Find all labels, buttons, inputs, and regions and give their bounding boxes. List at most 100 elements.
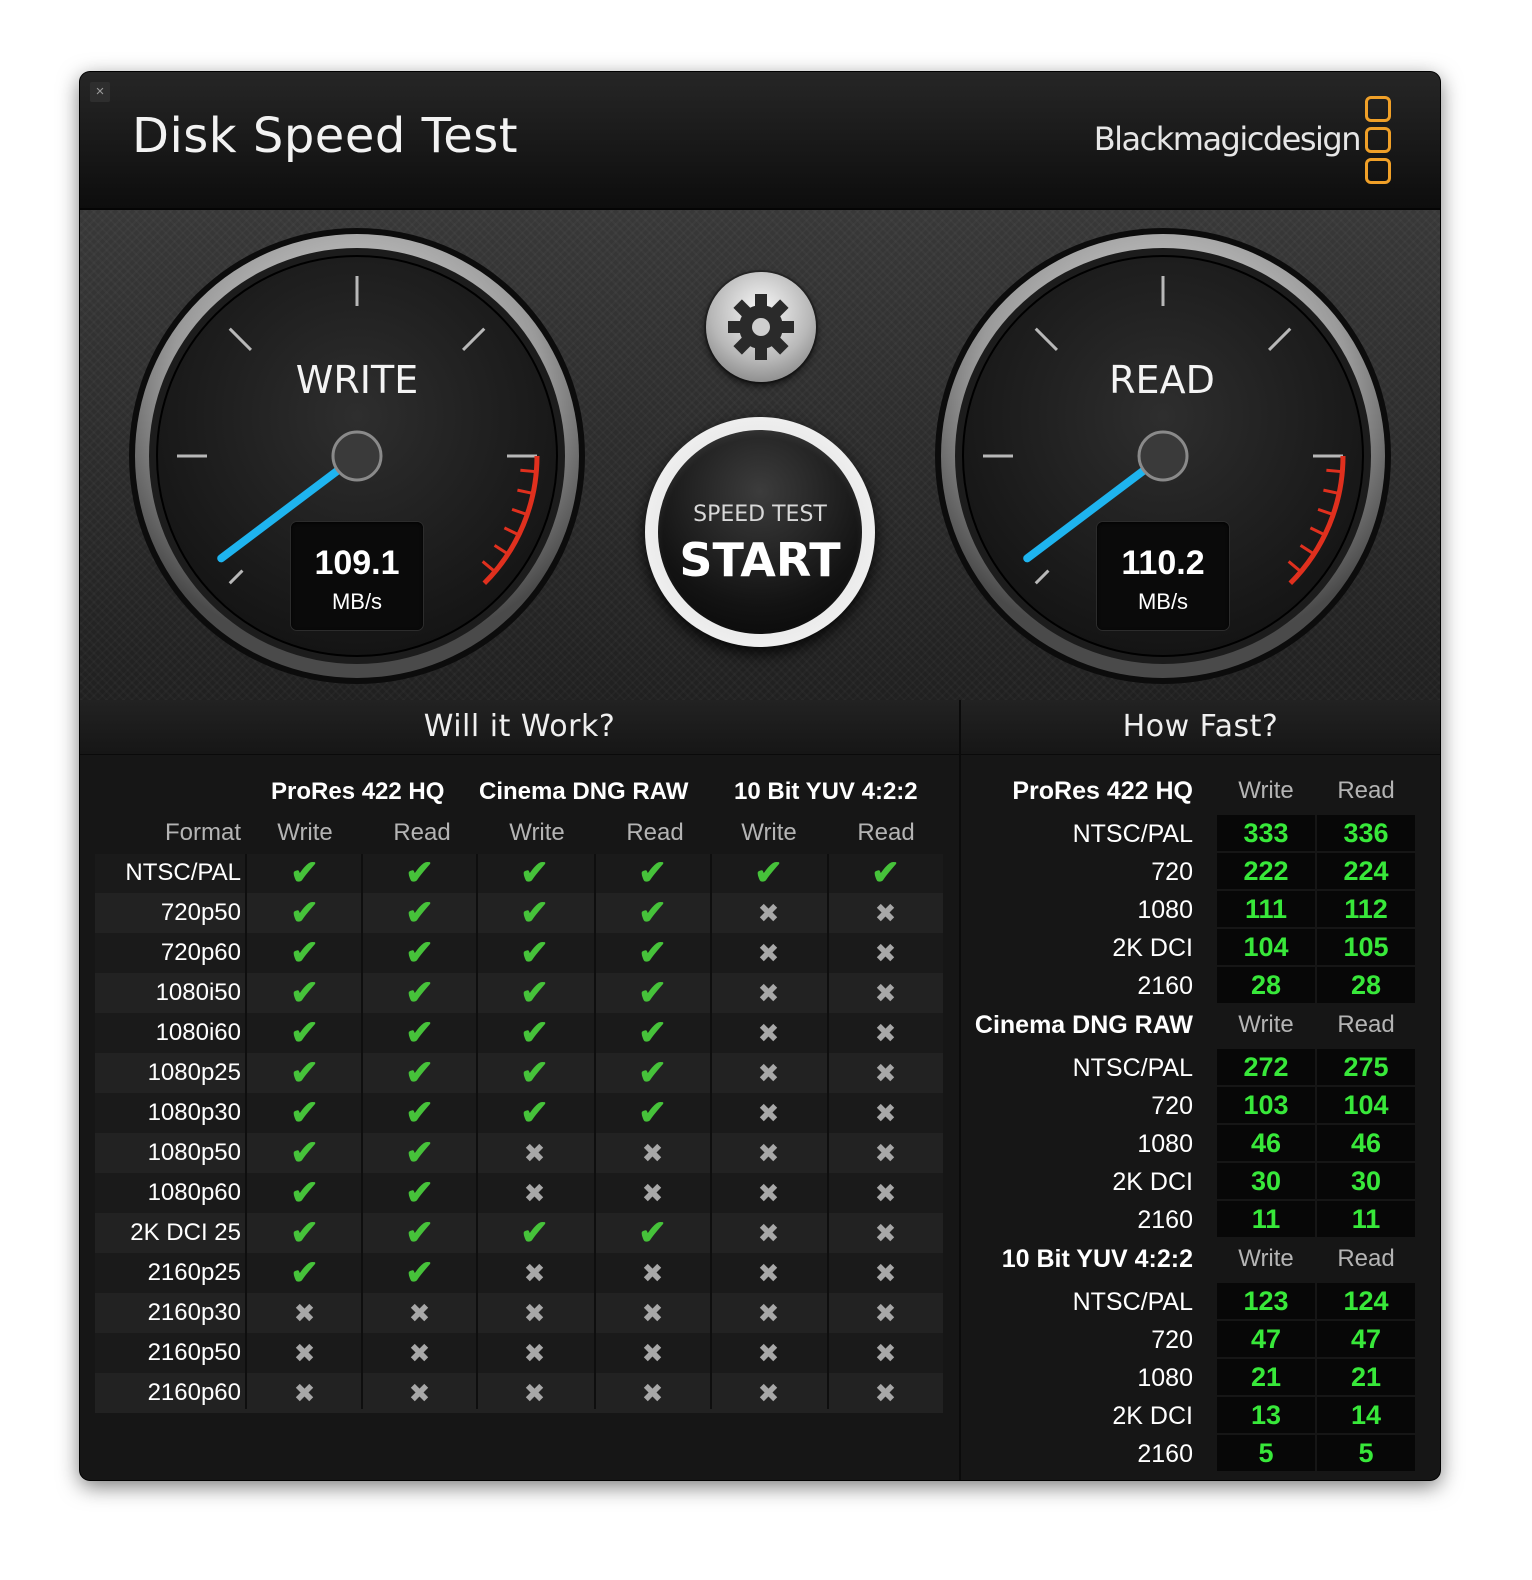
table-row: 1080p60 ✔ ✔ ✖ ✖ ✖ ✖ [95, 1173, 943, 1213]
how-fast-write-fps: 333 [1217, 815, 1315, 851]
blackmagic-logo-icon [1365, 96, 1391, 189]
start-button-face[interactable]: SPEED TEST START [658, 430, 862, 634]
table-row: 2K DCI 25 ✔ ✔ ✔ ✔ ✖ ✖ [95, 1213, 943, 1253]
how-fast-read-fps: 11 [1317, 1201, 1415, 1237]
gear-icon[interactable] [723, 289, 799, 365]
cross-icon: ✖ [757, 1138, 780, 1168]
section-divider [959, 700, 961, 1480]
cross-icon: ✖ [874, 1018, 897, 1048]
how-fast-write-fps: 47 [1217, 1321, 1315, 1357]
how-fast-read-fps: 47 [1317, 1321, 1415, 1357]
cross-icon: ✖ [874, 1138, 897, 1168]
grid-column-divider [245, 854, 247, 1409]
cross-icon: ✖ [757, 938, 780, 968]
codec-header-yuv: 10 Bit YUV 4:2:2 [734, 778, 918, 805]
app-window: × Disk Speed Test Blackmagicdesign WRITE… [80, 72, 1440, 1480]
cross-icon: ✖ [523, 1138, 546, 1168]
table-row: 2160p60 ✖ ✖ ✖ ✖ ✖ ✖ [95, 1373, 943, 1413]
cross-icon: ✖ [874, 898, 897, 928]
checkmark-icon: ✔ [290, 1134, 319, 1172]
how-fast-codec-title: 10 Bit YUV 4:2:2 [1001, 1245, 1193, 1273]
read-speed-unit: MB/s [1137, 589, 1189, 614]
brand-name: Blackmagicdesign [1093, 120, 1362, 158]
how-fast-format-label: NTSC/PAL [1072, 1054, 1193, 1082]
cross-icon: ✖ [523, 1298, 546, 1328]
settings-button[interactable] [706, 272, 816, 382]
checkmark-icon: ✔ [520, 1094, 549, 1132]
cross-icon: ✖ [523, 1338, 546, 1368]
cross-icon: ✖ [408, 1338, 431, 1368]
cross-icon: ✖ [757, 1178, 780, 1208]
checkmark-icon: ✔ [405, 1134, 434, 1172]
cross-icon: ✖ [408, 1298, 431, 1328]
how-fast-write-fps: 103 [1217, 1087, 1315, 1123]
checkmark-icon: ✔ [405, 1254, 434, 1292]
grid-column-divider [710, 854, 712, 1409]
how-fast-write-fps: 123 [1217, 1283, 1315, 1319]
how-fast-read-fps: 28 [1317, 967, 1415, 1003]
write-speed-value: 109.1 [314, 544, 400, 582]
checkmark-icon: ✔ [638, 934, 667, 972]
how-fast-codec-title: ProRes 422 HQ [1012, 777, 1193, 805]
format-label: 2160p30 [147, 1299, 241, 1326]
how-fast-format-label: NTSC/PAL [1072, 820, 1193, 848]
cross-icon: ✖ [874, 1058, 897, 1088]
cross-icon: ✖ [757, 1378, 780, 1408]
checkmark-icon: ✔ [405, 854, 434, 892]
how-fast-format-label: 2160 [1137, 1440, 1193, 1468]
cross-icon: ✖ [523, 1258, 546, 1288]
how-fast-format-label: NTSC/PAL [1072, 1288, 1193, 1316]
how-fast-write-fps: 11 [1217, 1201, 1315, 1237]
cross-icon: ✖ [757, 898, 780, 928]
title-bar: × Disk Speed Test Blackmagicdesign [80, 72, 1440, 210]
how-fast-write-fps: 5 [1217, 1435, 1315, 1471]
how-fast-read-fps: 336 [1317, 815, 1415, 851]
cross-icon: ✖ [874, 1258, 897, 1288]
how-fast-write-fps: 111 [1217, 891, 1315, 927]
table-row: 720p60 ✔ ✔ ✔ ✔ ✖ ✖ [95, 933, 943, 973]
how-fast-format-label: 2K DCI [1112, 934, 1193, 962]
codec-header-prores: ProRes 422 HQ [271, 778, 445, 805]
cross-icon: ✖ [293, 1338, 316, 1368]
read-gauge-needle-hub [1137, 430, 1189, 482]
cross-icon: ✖ [874, 1098, 897, 1128]
checkmark-icon: ✔ [405, 934, 434, 972]
cross-icon: ✖ [641, 1338, 664, 1368]
checkmark-icon: ✔ [520, 1054, 549, 1092]
checkmark-icon: ✔ [405, 1054, 434, 1092]
how-fast-write-header: Write [1238, 777, 1294, 804]
how-fast-format-label: 2160 [1137, 1206, 1193, 1234]
cross-icon: ✖ [757, 1218, 780, 1248]
format-label: 1080i50 [155, 979, 241, 1006]
how-fast-read-fps: 112 [1317, 891, 1415, 927]
checkmark-icon: ✔ [754, 854, 783, 892]
format-label: 1080p25 [147, 1059, 241, 1086]
start-button-label[interactable]: START [658, 533, 862, 587]
write-gauge-label: WRITE [295, 358, 419, 402]
checkmark-icon: ✔ [520, 934, 549, 972]
how-fast-format-label: 2160 [1137, 972, 1193, 1000]
how-fast-write-fps: 222 [1217, 853, 1315, 889]
start-button-caption[interactable]: SPEED TEST [658, 502, 862, 527]
start-button[interactable]: SPEED TEST START [645, 417, 875, 647]
grid-column-divider [594, 854, 596, 1409]
cross-icon: ✖ [523, 1378, 546, 1408]
format-label: 2160p50 [147, 1339, 241, 1366]
checkmark-icon: ✔ [405, 1014, 434, 1052]
how-fast-read-fps: 105 [1317, 929, 1415, 965]
checkmark-icon: ✔ [290, 1094, 319, 1132]
close-button[interactable]: × [90, 82, 110, 102]
format-column-header: Format [164, 819, 241, 846]
checkmark-icon: ✔ [290, 1214, 319, 1252]
how-fast-format-label: 1080 [1137, 1364, 1193, 1392]
how-fast-write-fps: 28 [1217, 967, 1315, 1003]
read-speed-value: 110.2 [1121, 544, 1205, 582]
format-label: 2K DCI 25 [130, 1219, 241, 1246]
how-fast-write-fps: 30 [1217, 1163, 1315, 1199]
checkmark-icon: ✔ [638, 1214, 667, 1252]
checkmark-icon: ✔ [520, 854, 549, 892]
table-row: 2160p30 ✖ ✖ ✖ ✖ ✖ ✖ [95, 1293, 943, 1333]
close-icon[interactable]: × [96, 83, 105, 100]
cross-icon: ✖ [641, 1298, 664, 1328]
format-label: 720p60 [160, 939, 241, 966]
